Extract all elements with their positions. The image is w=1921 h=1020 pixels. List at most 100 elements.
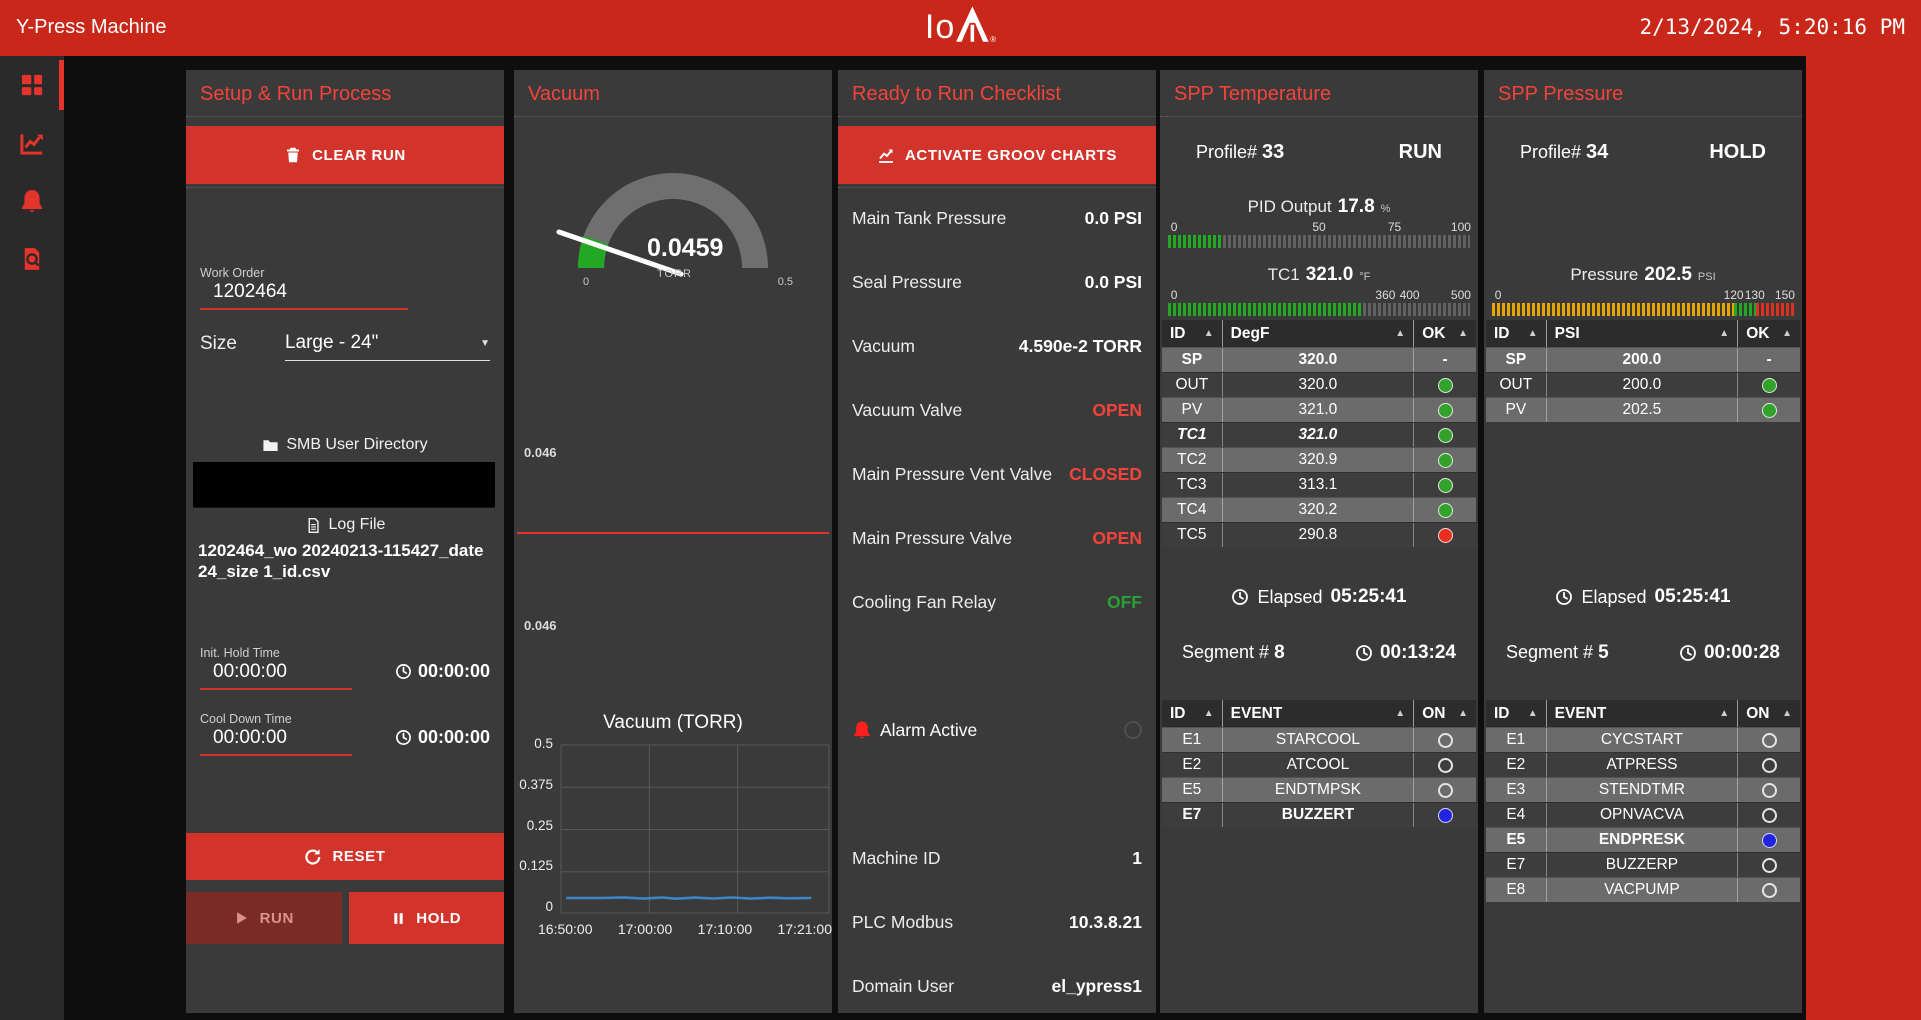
row-status [1413,473,1476,497]
log-file-name: 1202464_wo 20240213-115427_date 24_size … [198,540,496,583]
event-name: ATPRESS [1546,753,1738,777]
bar-tick-label: 360 [1375,288,1395,302]
bar-tick-label: 500 [1451,288,1471,302]
y-tick-label: 0.125 [519,858,553,873]
reset-icon [304,848,322,866]
column-header-degf[interactable]: DegF▲ [1222,320,1414,347]
row-id: PV [1162,401,1222,419]
info-item-value: 10.3.8.21 [1069,912,1142,933]
bar-tick-label: 120 [1724,288,1744,302]
event-status [1413,778,1476,802]
panel-checklist: Ready to Run Checklist ACTIVATE GROOV CH… [838,70,1156,1013]
event-status [1413,728,1476,752]
init-hold-field[interactable]: Init. Hold Time 00:00:00 [200,646,352,690]
column-header-id[interactable]: ID▲ [1486,320,1546,347]
column-header-on[interactable]: ON▲ [1737,700,1800,727]
column-header-id[interactable]: ID▲ [1162,700,1222,727]
cool-down-field[interactable]: Cool Down Time 00:00:00 [200,712,352,756]
status-circle [1438,733,1453,748]
document-icon [305,517,322,534]
bar-tick-label: 50 [1312,220,1325,234]
log-search-icon [19,246,45,272]
row-status [1737,398,1800,422]
segment-time: 00:13:24 [1380,642,1456,664]
page-title-vacuum: Vacuum [528,83,600,106]
logo: Io ® [925,4,996,44]
status-circle [1438,758,1453,773]
event-status [1737,803,1800,827]
column-header-on[interactable]: ON▲ [1413,700,1476,727]
event-row: E1 STARCOOL [1162,727,1476,752]
sidebar-item-trends[interactable] [0,114,64,172]
checklist-item-label: Seal Pressure [852,272,962,293]
event-status [1413,753,1476,777]
chart-x-axis: 16:50:0017:00:0017:10:0017:21:00 [538,921,832,937]
checklist-item-value: OFF [1107,592,1142,613]
event-row: E2 ATCOOL [1162,752,1476,777]
event-id: E3 [1486,781,1546,799]
hold-button[interactable]: HOLD [349,892,505,944]
event-status [1737,878,1800,902]
y-tick-label: 0 [545,899,553,914]
table-header: ID▲ PSI▲ OK▲ [1486,320,1800,347]
checklist-item: Vacuum Valve OPEN [838,378,1156,442]
column-header-event[interactable]: EVENT▲ [1546,700,1738,727]
init-hold-row: Init. Hold Time 00:00:00 00:00:00 [200,646,490,690]
alarm-bell-icon [852,720,872,740]
column-header-id[interactable]: ID▲ [1162,320,1222,347]
panel-header: SPP Pressure [1484,70,1802,117]
row-status: - [1737,348,1800,372]
threshold-line [517,532,829,534]
trend-chart-icon [19,130,45,156]
row-value: 321.0 [1222,423,1414,447]
tc1-led-bar [1168,303,1470,316]
elapsed-time: 05:25:41 [1655,586,1731,608]
row-id: TC4 [1162,501,1222,519]
segment-number: 5 [1598,642,1609,663]
reset-button[interactable]: RESET [186,833,504,880]
table-header: ID▲ EVENT▲ ON▲ [1162,700,1476,727]
sort-arrow-icon: ▲ [1719,708,1729,719]
work-order-value[interactable]: 1202464 [200,281,408,303]
sidebar-item-alarms[interactable] [0,172,64,230]
sidebar-item-dashboard[interactable] [0,56,64,114]
event-id: E1 [1162,731,1222,749]
x-tick-label: 17:10:00 [698,921,753,937]
table-row: SP 320.0 - [1162,347,1476,372]
temperature-profile-row: Profile# 33 RUN [1160,134,1478,170]
segment-number: 8 [1274,642,1285,663]
sort-arrow-icon: ▲ [1458,708,1468,719]
column-header-ok[interactable]: OK▲ [1413,320,1476,347]
sidebar-item-logs[interactable] [0,230,64,288]
clear-run-button[interactable]: CLEAR RUN [186,126,504,184]
chart-gridlines [560,744,830,914]
run-button[interactable]: RUN [186,892,342,944]
column-header-psi[interactable]: PSI▲ [1546,320,1738,347]
bar-tick-label: 150 [1775,288,1795,302]
column-header-id[interactable]: ID▲ [1486,700,1546,727]
event-status [1737,853,1800,877]
divider [186,187,504,188]
checklist-item-value: CLOSED [1069,464,1142,485]
status-circle [1438,478,1453,493]
x-tick-label: 17:00:00 [618,921,673,937]
pressure-led-bar [1492,303,1794,316]
status-circle [1438,378,1453,393]
event-row: E4 OPNVACVA [1486,802,1800,827]
activate-groov-charts-button[interactable]: ACTIVATE GROOV CHARTS [838,126,1156,184]
event-name: ATCOOL [1222,753,1414,777]
sort-arrow-icon: ▲ [1204,328,1214,339]
segment-time: 00:00:28 [1704,642,1780,664]
logo-arrow-a-icon [955,4,989,44]
work-order-field[interactable]: Work Order 1202464 [200,266,408,310]
column-header-event[interactable]: EVENT▲ [1222,700,1414,727]
row-status [1413,423,1476,447]
size-label: Size [200,333,237,361]
info-item-value: el_ypress1 [1052,976,1143,997]
alarm-status-indicator [1124,721,1142,739]
event-id: E1 [1486,731,1546,749]
bar-tick-label: 100 [1451,220,1471,234]
status-circle [1762,858,1777,873]
size-select[interactable]: Large - 24" ▼ [285,332,490,361]
column-header-ok[interactable]: OK▲ [1737,320,1800,347]
